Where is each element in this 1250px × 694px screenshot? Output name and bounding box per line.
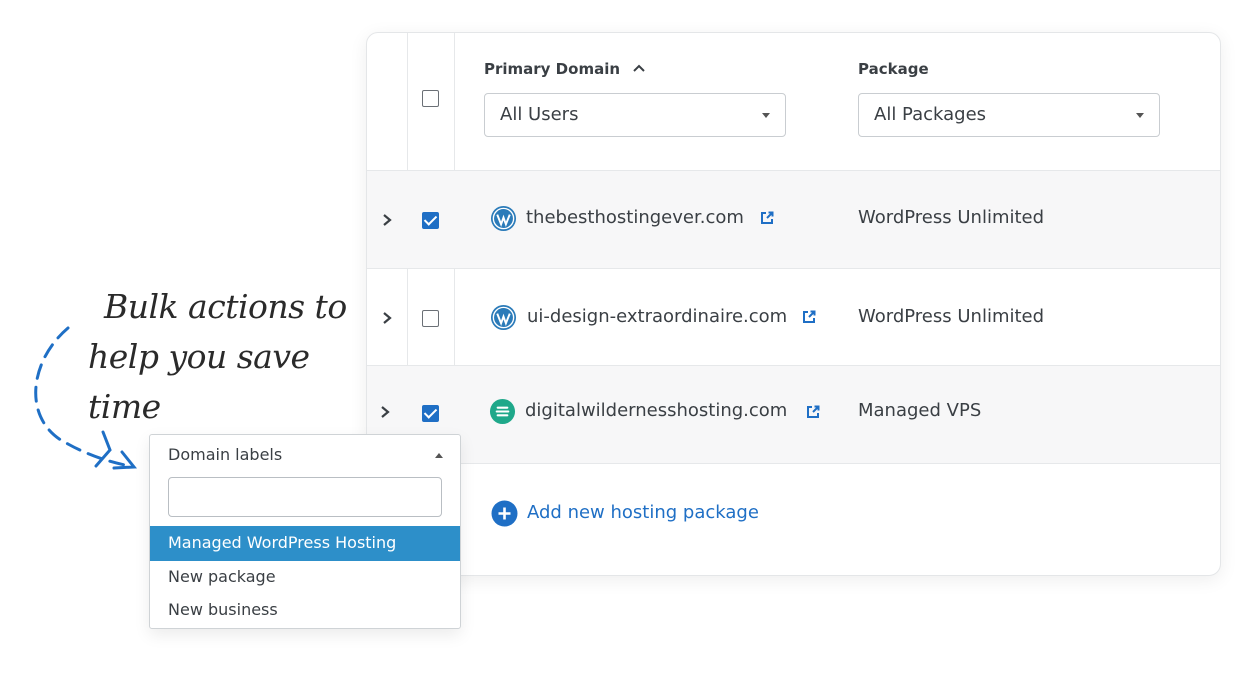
dropdown-title[interactable]: Domain labels — [168, 445, 282, 464]
users-filter-select[interactable]: All Users — [484, 93, 786, 137]
row-checkbox[interactable] — [422, 310, 439, 327]
hosting-logo-icon — [489, 398, 516, 425]
dashed-arrow-icon — [34, 326, 138, 470]
table-row[interactable]: ui-design-extraordinaire.com WordPress U… — [367, 268, 1220, 365]
package-header: Package — [858, 60, 929, 78]
domain-link[interactable]: digitalwildernesshosting.com — [525, 400, 787, 421]
add-hosting-package-link[interactable]: Add new hosting package — [527, 502, 759, 523]
table-row[interactable]: digitalwildernesshosting.com Managed VPS — [367, 365, 1220, 463]
external-link-icon[interactable] — [802, 310, 816, 324]
external-link-icon[interactable] — [806, 405, 820, 419]
chevron-down-icon — [1136, 113, 1144, 118]
chevron-right-icon[interactable] — [380, 311, 394, 325]
packages-filter-select[interactable]: All Packages — [858, 93, 1160, 137]
wordpress-icon — [490, 205, 517, 232]
users-filter-value: All Users — [500, 104, 579, 125]
hosting-table: Primary Domain Package All Users All Pac… — [366, 32, 1221, 576]
chevron-down-icon — [762, 113, 770, 118]
dropdown-search-input[interactable] — [168, 477, 442, 517]
package-name: Managed VPS — [858, 400, 982, 421]
primary-domain-header-label: Primary Domain — [484, 60, 621, 78]
dropdown-option[interactable]: New package — [150, 560, 460, 595]
chevron-right-icon[interactable] — [378, 405, 392, 419]
add-circle-icon[interactable] — [491, 500, 518, 527]
primary-domain-header[interactable]: Primary Domain — [484, 60, 646, 78]
dropdown-option[interactable]: New business — [150, 593, 460, 628]
packages-filter-value: All Packages — [874, 104, 987, 125]
sort-ascending-icon[interactable] — [632, 63, 646, 73]
package-name: WordPress Unlimited — [858, 306, 1045, 327]
package-name: WordPress Unlimited — [858, 207, 1045, 228]
domain-link[interactable]: thebesthostingever.com — [526, 207, 744, 228]
select-all-checkbox[interactable] — [422, 90, 439, 107]
row-checkbox[interactable] — [422, 405, 439, 422]
wordpress-icon — [490, 304, 517, 331]
external-link-icon[interactable] — [760, 211, 774, 225]
row-checkbox[interactable] — [422, 212, 439, 229]
chevron-right-icon[interactable] — [380, 213, 394, 227]
chevron-up-icon[interactable] — [435, 453, 443, 458]
domain-labels-dropdown[interactable]: Domain labels Managed WordPress Hosting … — [149, 434, 461, 629]
table-row[interactable]: thebesthostingever.com WordPress Unlimit… — [367, 170, 1220, 268]
dropdown-option[interactable]: Managed WordPress Hosting — [150, 526, 460, 561]
table-divider — [367, 463, 1220, 464]
domain-link[interactable]: ui-design-extraordinaire.com — [527, 306, 787, 327]
